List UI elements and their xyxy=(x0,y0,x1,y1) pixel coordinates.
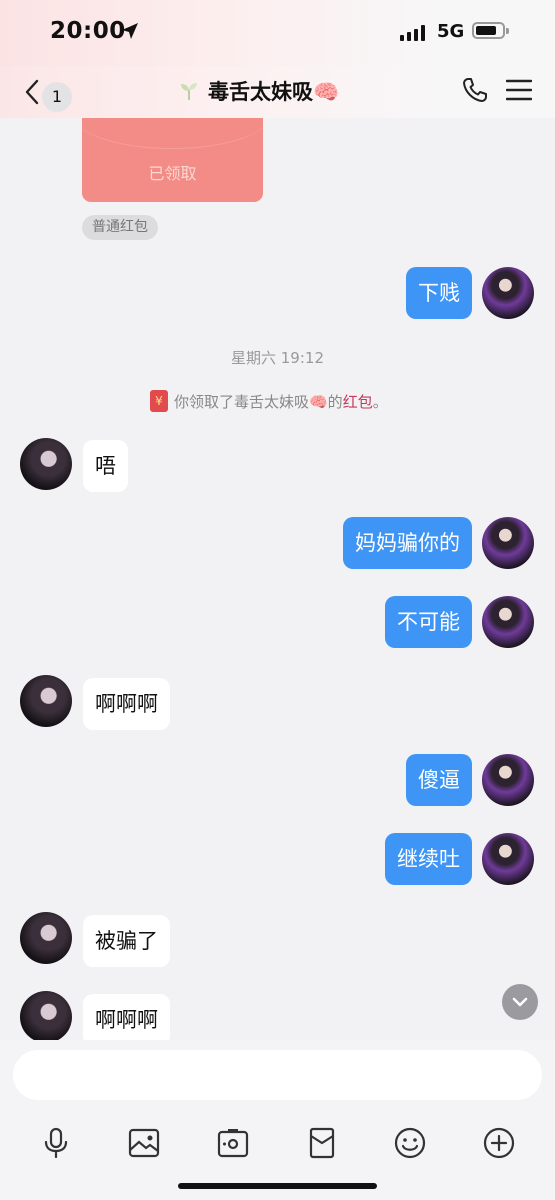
message-bubble-incoming[interactable]: 被骗了 xyxy=(83,915,170,967)
sprout-icon xyxy=(181,83,197,100)
my-avatar[interactable] xyxy=(482,596,534,648)
message-bubble-outgoing[interactable]: 下贱 xyxy=(406,267,472,319)
chevron-left-icon xyxy=(25,79,39,105)
menu-icon[interactable] xyxy=(506,78,532,102)
chevron-down-icon xyxy=(512,997,528,1007)
my-avatar[interactable] xyxy=(482,833,534,885)
contact-avatar[interactable] xyxy=(20,438,72,490)
home-indicator[interactable] xyxy=(178,1183,377,1189)
red-packet-icon: ¥ xyxy=(150,390,168,412)
message-input[interactable] xyxy=(13,1050,542,1100)
composer xyxy=(0,1040,555,1200)
plus-icon[interactable] xyxy=(482,1126,516,1160)
red-packet-link[interactable]: 红包 xyxy=(343,393,373,411)
mic-icon[interactable] xyxy=(39,1126,73,1160)
chat-message-list[interactable]: 已领取 普通红包 下贱 星期六 19:12 ¥ 你领取了毒舌太妹吸🧠的红包。 唔… xyxy=(0,118,555,1040)
my-avatar[interactable] xyxy=(482,267,534,319)
back-button[interactable]: 1 xyxy=(20,74,80,112)
status-time: 20:00 xyxy=(50,18,126,44)
system-note-suffix: 。 xyxy=(372,392,388,411)
red-packet-icon[interactable] xyxy=(305,1126,339,1160)
chat-title-group[interactable]: 毒舌太妹吸🧠 xyxy=(178,76,339,106)
unread-count-badge: 1 xyxy=(42,82,72,112)
message-bubble-incoming[interactable]: 唔 xyxy=(83,440,128,492)
location-arrow-icon xyxy=(122,23,138,39)
message-bubble-incoming[interactable]: 啊啊啊 xyxy=(83,678,170,730)
battery-icon xyxy=(472,22,509,39)
image-icon[interactable] xyxy=(127,1126,161,1160)
chat-header: 1 毒舌太妹吸🧠 xyxy=(0,66,555,118)
network-type: 5G xyxy=(437,21,465,42)
camera-icon[interactable] xyxy=(216,1126,250,1160)
phone-call-icon[interactable] xyxy=(461,76,489,104)
scroll-to-bottom-button[interactable] xyxy=(502,984,538,1020)
message-bubble-outgoing[interactable]: 不可能 xyxy=(385,596,472,648)
my-avatar[interactable] xyxy=(482,754,534,806)
contact-avatar[interactable] xyxy=(20,991,72,1040)
system-notification: ¥ 你领取了毒舌太妹吸🧠的红包。 xyxy=(150,390,388,412)
status-bar: 20:00 5G xyxy=(0,0,555,66)
message-bubble-outgoing[interactable]: 妈妈骗你的 xyxy=(343,517,472,569)
message-bubble-incoming[interactable]: 啊啊啊 xyxy=(83,994,170,1040)
my-avatar[interactable] xyxy=(482,517,534,569)
chat-timestamp: 星期六 19:12 xyxy=(231,349,324,367)
red-packet-status: 已领取 xyxy=(148,164,197,183)
emoji-icon[interactable] xyxy=(393,1126,427,1160)
contact-avatar[interactable] xyxy=(20,675,72,727)
red-packet-card[interactable]: 已领取 xyxy=(82,118,263,202)
message-bubble-outgoing[interactable]: 傻逼 xyxy=(406,754,472,806)
chat-title: 毒舌太妹吸🧠 xyxy=(208,80,340,104)
system-note-text: 你领取了毒舌太妹吸🧠的 xyxy=(174,392,343,411)
message-bubble-outgoing[interactable]: 继续吐 xyxy=(385,833,472,885)
red-packet-type-label: 普通红包 xyxy=(82,215,158,240)
cellular-signal-icon xyxy=(400,25,425,41)
contact-avatar[interactable] xyxy=(20,912,72,964)
